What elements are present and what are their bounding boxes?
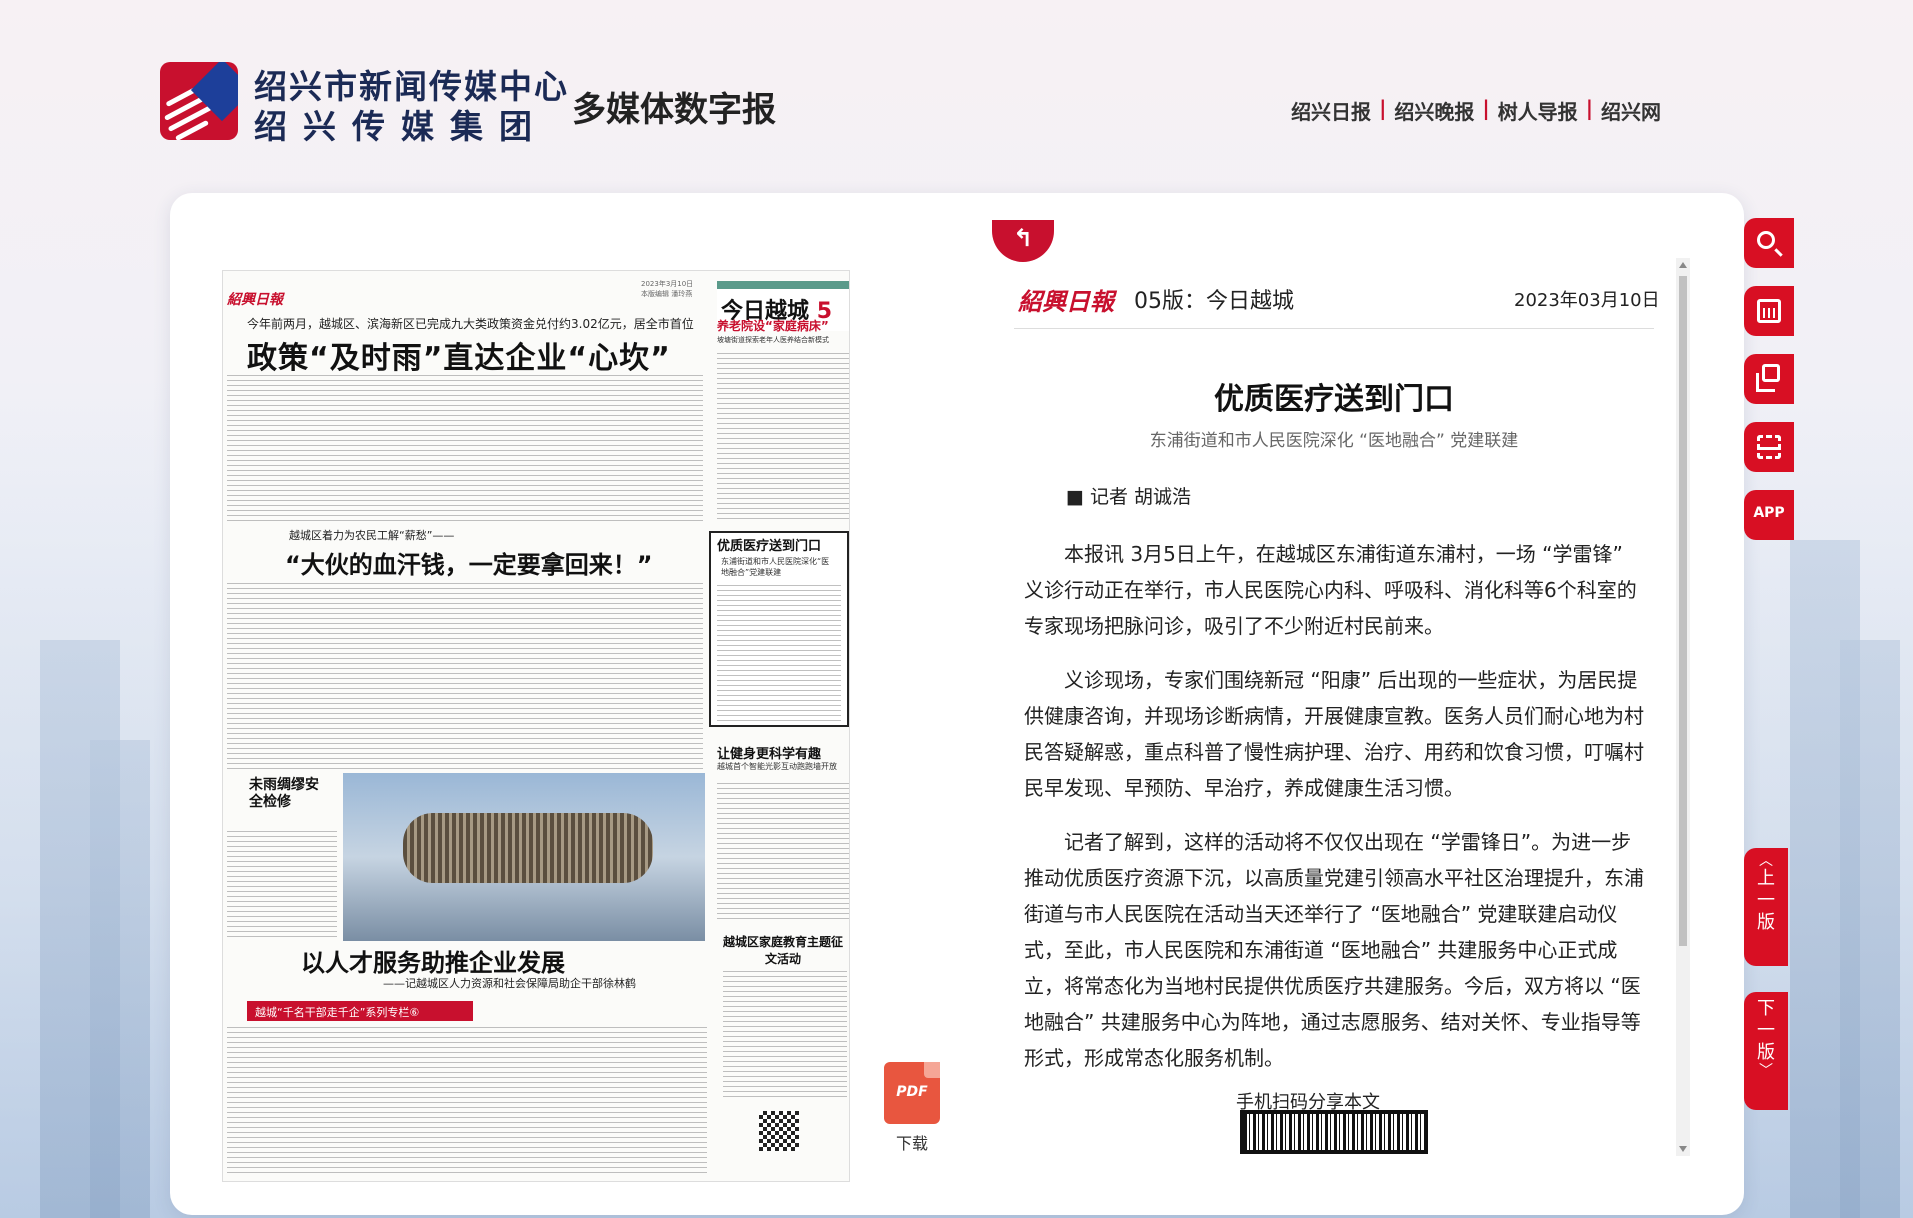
- article-page-section: 05版：今日越城: [1134, 289, 1294, 314]
- article-scrollbar[interactable]: [1676, 258, 1690, 1156]
- next-page-label: 下一版: [1757, 998, 1775, 1063]
- article-author: ■ 记者 胡诚浩: [1066, 486, 1192, 508]
- scrollbar-thumb[interactable]: [1679, 276, 1687, 946]
- calendar-icon: [1757, 299, 1781, 323]
- nav-link-shaoxing-evening[interactable]: 绍兴晚报: [1394, 96, 1474, 125]
- paper-brand: 紹興日報: [227, 292, 283, 308]
- paper-qr-code: [759, 1111, 799, 1151]
- paper-article-kicker-wages[interactable]: 越城区着力为农民工解“薪愁”——: [289, 527, 454, 543]
- nav-separator: |: [1482, 96, 1490, 120]
- nav-link-shaoxing-daily[interactable]: 绍兴日报: [1291, 96, 1371, 125]
- paper-article-fitness-sub: 越城首个智能光影互动跑跑墙开放: [717, 762, 837, 771]
- newspaper-page-image[interactable]: 紹興日報 2023年3月10日 本版编辑 潘玲燕 今日越城 5 今年前两月，越城…: [222, 270, 850, 1182]
- nav-separator: |: [1379, 96, 1387, 120]
- top-nav-links: 绍兴日报 | 绍兴晚报 | 树人导报 | 绍兴网: [1291, 96, 1661, 125]
- article-paragraph: 记者了解到，这样的活动将不仅仅出现在 “学雷锋日”。为进一步推动优质医疗资源下沉…: [1024, 830, 1644, 1070]
- article-title: 优质医疗送到门口: [1214, 382, 1454, 417]
- paper-meta: 2023年3月10日 本版编辑 潘玲燕: [641, 280, 694, 298]
- prev-page-button[interactable]: ︿ 上一版: [1744, 848, 1788, 966]
- chevron-down-icon: ﹀: [1759, 1063, 1773, 1079]
- nav-link-shaoxing-net[interactable]: 绍兴网: [1601, 96, 1661, 125]
- paper-article-kicker[interactable]: 今年前两月，越城区、滨海新区已完成九大类政策资金兑付约3.02亿元，居全市首位: [247, 315, 694, 332]
- logo-text-bottom: 绍兴传媒集团: [254, 107, 548, 146]
- article-paragraph: 义诊现场，专家们围绕新冠 “阳康” 后出现的一些症状，为居民提供健康咨询，并现场…: [1024, 668, 1644, 800]
- site-header: 绍兴市新闻传媒中心 绍兴传媒集团 多媒体数字报 绍兴日报 | 绍兴晚报 | 树人…: [0, 0, 1913, 190]
- paper-article-highlighted-box[interactable]: 优质医疗送到门口 东浦街道和市人民医院深化“医地融合”党建联建: [709, 531, 849, 727]
- article-paper-brand: 紹興日報: [1018, 287, 1114, 316]
- media-group-logo[interactable]: [160, 62, 238, 140]
- paper-article-headline-policy[interactable]: 政策“及时雨”直达企业“心坎”: [247, 333, 671, 377]
- site-title: 多媒体数字报: [572, 90, 776, 130]
- app-button[interactable]: APP: [1744, 490, 1794, 540]
- paper-article-fitness[interactable]: 让健身更科学有趣: [717, 743, 821, 762]
- search-icon: [1757, 231, 1775, 249]
- scroll-up-arrow-icon[interactable]: [1679, 262, 1687, 268]
- pdf-download-icon[interactable]: PDF: [884, 1062, 940, 1124]
- paper-photo-caption-title: 未雨绸缪安全检修: [249, 777, 319, 810]
- article-body: 本报讯 3月5日上午，在越城区东浦街道东浦村，一场 “学雷锋” 义诊行动正在举行…: [1024, 536, 1646, 1094]
- copy-icon: [1756, 364, 1780, 392]
- scroll-down-arrow-icon[interactable]: [1679, 1146, 1687, 1152]
- paper-article-nursing-home[interactable]: 养老院设“家庭病床”: [717, 317, 849, 334]
- paper-article-family-essay[interactable]: 越城区家庭教育主题征文活动: [723, 933, 843, 967]
- next-page-button[interactable]: 下一版 ﹀: [1744, 992, 1788, 1110]
- search-button[interactable]: [1744, 218, 1794, 268]
- nav-link-shuren-guide[interactable]: 树人导报: [1498, 96, 1578, 125]
- article-paragraph: 本报讯 3月5日上午，在越城区东浦街道东浦村，一场 “学雷锋” 义诊行动正在举行…: [1024, 542, 1637, 638]
- pdf-download-label[interactable]: 下载: [880, 1130, 944, 1154]
- scan-icon: [1757, 435, 1781, 459]
- paper-turbine-photo[interactable]: [343, 773, 705, 941]
- article-date: 2023年03月10日: [1514, 290, 1660, 311]
- article-divider: [1014, 328, 1654, 329]
- chevron-up-icon: ︿: [1759, 853, 1773, 869]
- prev-page-label: 上一版: [1757, 868, 1775, 933]
- paper-article-talent-sub: ——记越城区人力资源和社会保障局助企干部徐林鹤: [383, 977, 636, 990]
- paper-article-nursing-sub: 坡塘街道探索老年人医养结合新模式: [717, 336, 829, 344]
- article-subtitle: 东浦街道和市人民医院深化 “医地融合” 党建联建: [1149, 431, 1519, 451]
- paper-article-headline-talent[interactable]: 以人才服务助推企业发展: [301, 943, 565, 978]
- calendar-button[interactable]: [1744, 286, 1794, 336]
- paper-series-banner: 越城“千名干部走千企”系列专栏⑥: [247, 1001, 473, 1021]
- paper-article-headline-wages[interactable]: “大伙的血汗钱，一定要拿回来！”: [285, 545, 653, 580]
- nav-separator: |: [1585, 96, 1593, 120]
- copy-button[interactable]: [1744, 354, 1794, 404]
- app-icon: APP: [1753, 505, 1785, 521]
- scan-button[interactable]: [1744, 422, 1794, 472]
- share-qr-code: [1240, 1110, 1428, 1154]
